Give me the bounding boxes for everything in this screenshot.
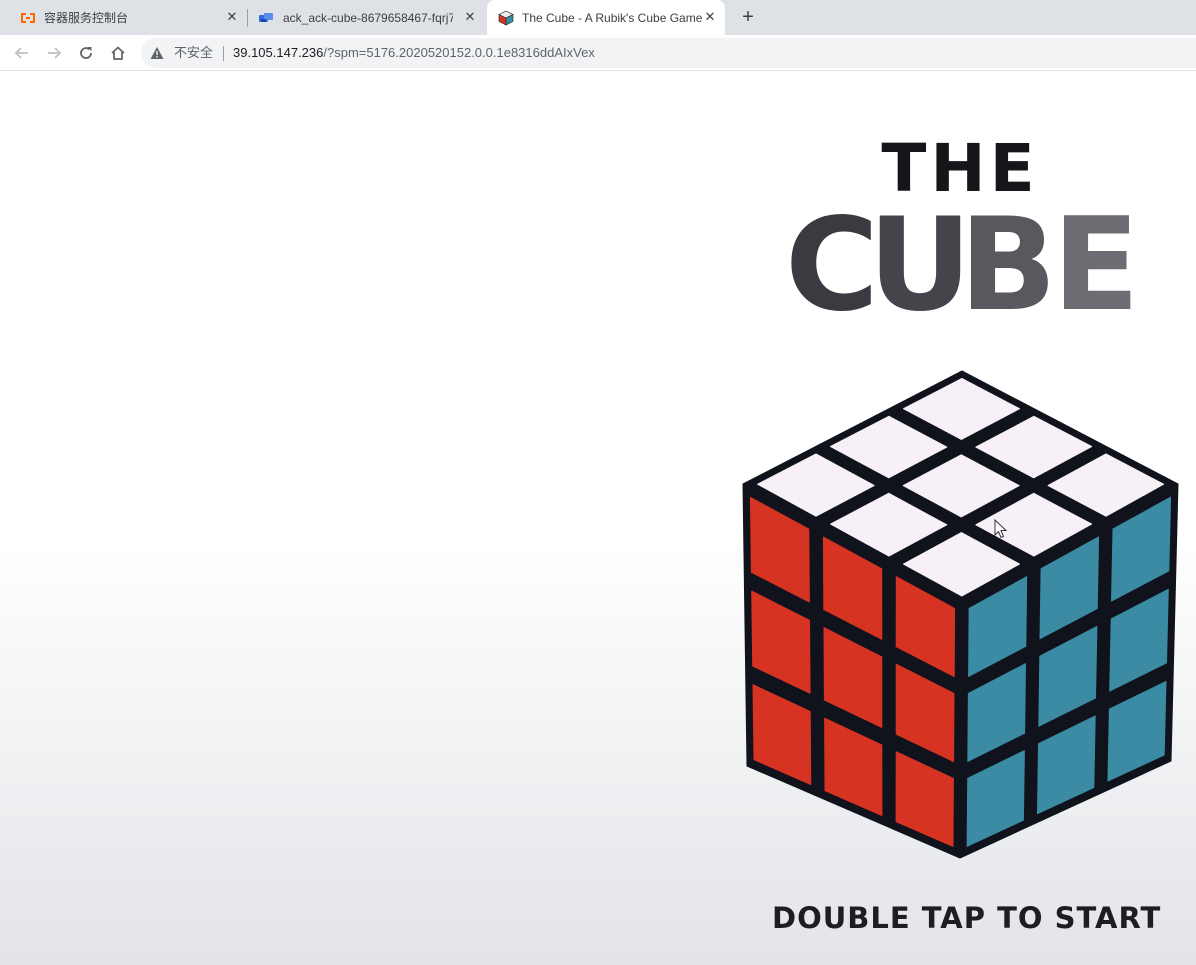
tab-title: 容器服务控制台	[44, 11, 129, 25]
tab-title: The Cube - A Rubik's Cube Game	[522, 11, 702, 25]
close-tab-icon[interactable]: ✕	[224, 9, 240, 25]
logo-letter-u: U	[868, 191, 972, 323]
tab-strip: 容器服务控制台 ✕ ack_ack-cube-8679658467-fqrj7 …	[0, 0, 1196, 35]
game-page[interactable]: THE CUBE DOUBLE TAP TO START	[0, 71, 1196, 965]
new-tab-button[interactable]: +	[737, 7, 759, 29]
tab-ack-cube[interactable]: ack_ack-cube-8679658467-fqrj7 ✕	[248, 0, 486, 35]
home-icon	[111, 46, 125, 60]
reload-icon	[80, 47, 92, 59]
mouse-pointer-icon	[994, 519, 1008, 539]
kubernetes-pod-icon	[259, 13, 273, 22]
url-text[interactable]: 39.105.147.236/?spm=5176.2020520152.0.0.…	[233, 45, 595, 61]
forward-button[interactable]	[42, 41, 66, 65]
arrow-right-icon	[48, 47, 62, 59]
logo-letter-b: B	[959, 191, 1057, 323]
back-button[interactable]	[10, 41, 34, 65]
aliyun-logo-icon	[21, 13, 35, 23]
close-tab-icon[interactable]: ✕	[702, 9, 718, 25]
start-prompt[interactable]: DOUBLE TAP TO START	[772, 901, 1160, 935]
rubiks-cube-graphic[interactable]	[735, 366, 1185, 866]
logo-word-cube: CUBE	[785, 191, 1140, 323]
tab-the-cube[interactable]: The Cube - A Rubik's Cube Game ✕	[487, 0, 725, 35]
rubiks-cube-icon	[498, 10, 514, 26]
tab-container-service[interactable]: 容器服务控制台 ✕	[6, 0, 246, 35]
security-status-label[interactable]: 不安全	[174, 45, 213, 61]
close-tab-icon[interactable]: ✕	[462, 9, 478, 25]
address-divider	[223, 46, 224, 61]
arrow-left-icon	[14, 47, 28, 59]
reload-button[interactable]	[74, 41, 98, 65]
rubiks-cube[interactable]	[735, 366, 1185, 866]
tab-title: ack_ack-cube-8679658467-fqrj7	[283, 11, 453, 25]
home-button[interactable]	[106, 41, 130, 65]
the-cube-logo: THE CUBE	[785, 133, 1140, 323]
warning-triangle-icon	[150, 47, 164, 59]
address-bar[interactable]: 不安全 39.105.147.236/?spm=5176.2020520152.…	[141, 38, 1196, 68]
cube-body	[742, 370, 1179, 859]
logo-letter-c: C	[785, 191, 879, 323]
logo-letter-e: E	[1052, 191, 1139, 323]
url-host: 39.105.147.236	[233, 45, 324, 60]
url-path: /?spm=5176.2020520152.0.0.1e8316ddAIxVex	[323, 45, 595, 60]
browser-toolbar: 不安全 39.105.147.236/?spm=5176.2020520152.…	[0, 35, 1196, 71]
